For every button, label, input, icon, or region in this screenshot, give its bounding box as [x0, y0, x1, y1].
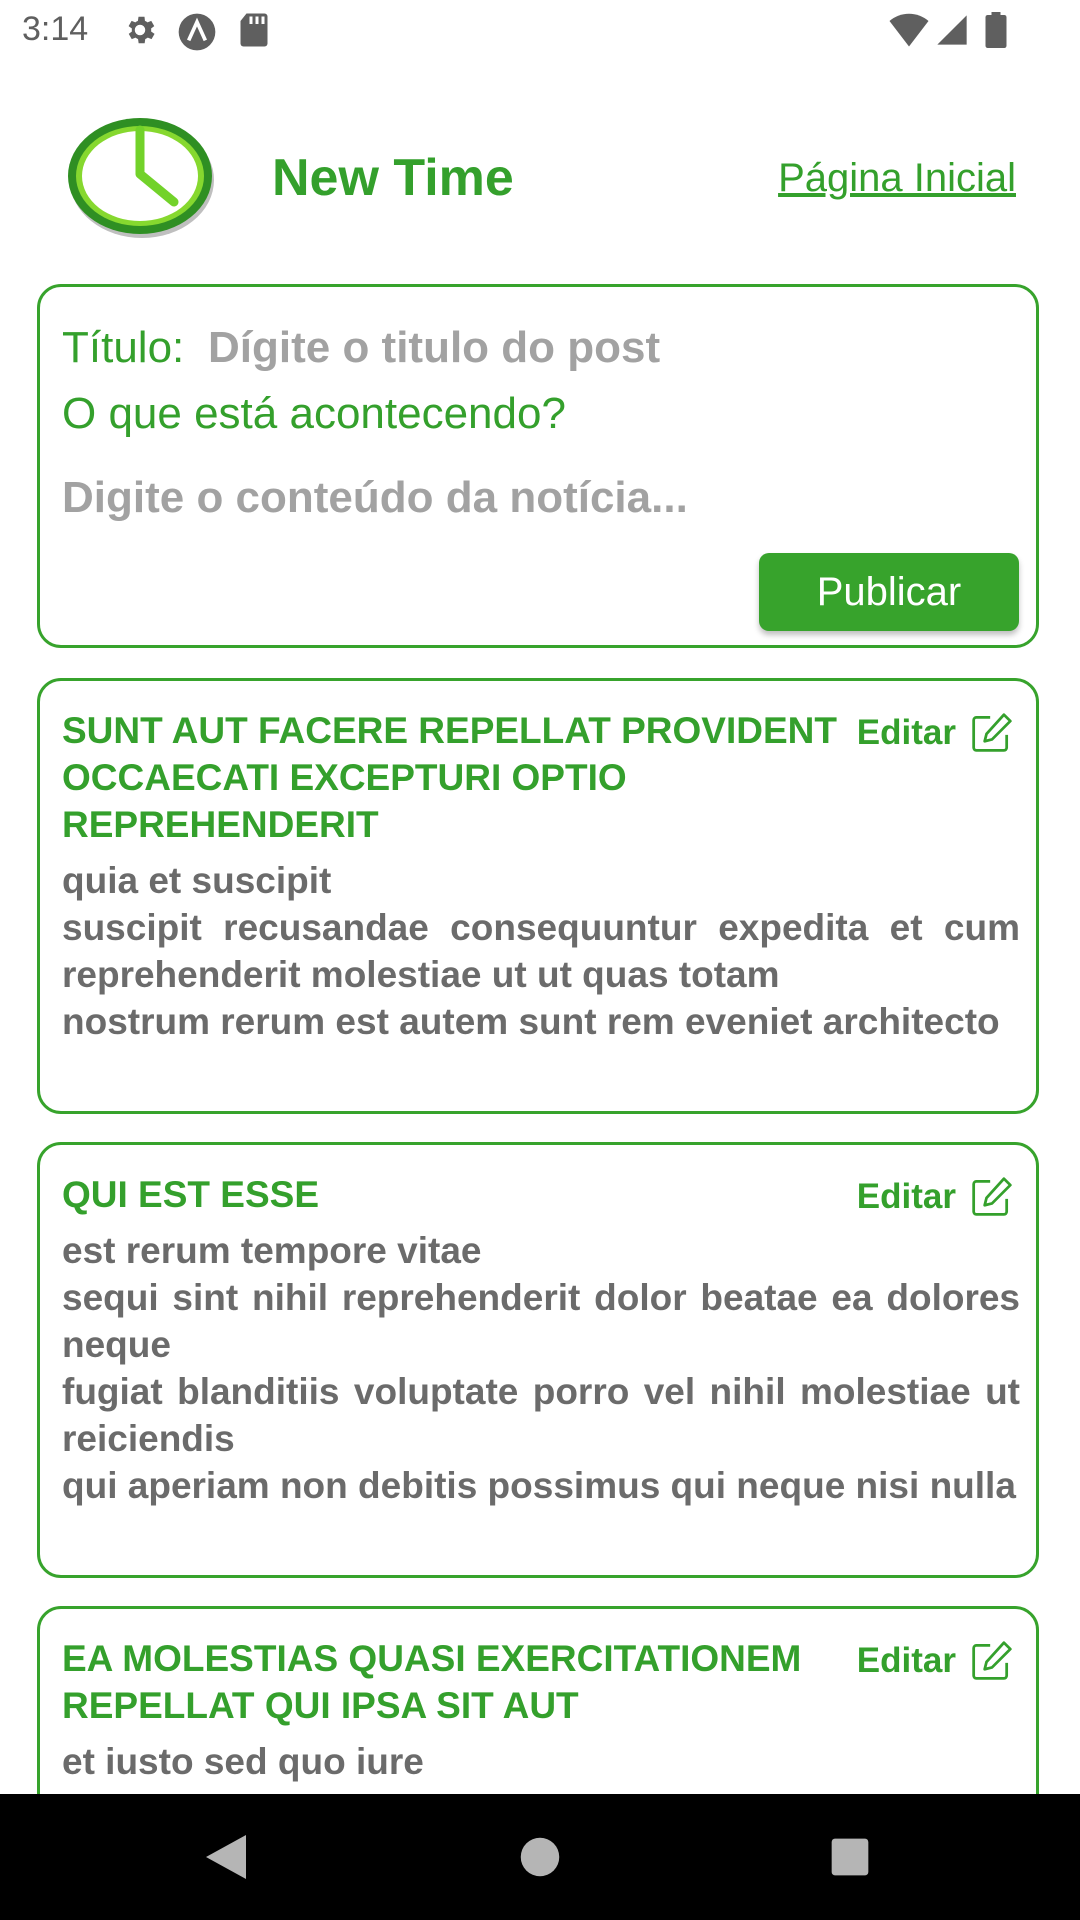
edit-label: Editar — [856, 1641, 956, 1680]
home-button[interactable] — [480, 1794, 600, 1920]
edit-label: Editar — [856, 1177, 956, 1216]
sd-card-icon — [240, 13, 268, 47]
navigation-bar — [0, 1794, 1080, 1920]
title-label: Título: — [62, 323, 185, 372]
status-time: 3:14 — [22, 10, 89, 48]
edit-label: Editar — [856, 713, 956, 752]
edit-button[interactable]: Editar — [857, 711, 1014, 755]
new-post-form: Título: O que está acontecendo? Publicar — [37, 284, 1039, 648]
a-circle-icon — [178, 13, 216, 51]
edit-pencil-icon — [972, 1177, 1012, 1216]
edit-pencil-icon — [972, 1641, 1012, 1680]
battery-icon — [985, 12, 1007, 48]
edit-pencil-icon — [972, 713, 1012, 752]
post-title: QUI EST ESSE — [62, 1174, 320, 1215]
recents-square-icon — [831, 1838, 869, 1876]
home-link[interactable]: Página Inicial — [778, 156, 1016, 201]
back-triangle-icon — [206, 1835, 246, 1879]
gear-icon — [128, 16, 155, 44]
status-bar: 3:14 — [0, 0, 1080, 64]
edit-button[interactable]: Editar — [857, 1175, 1014, 1219]
post-content-input[interactable] — [62, 473, 1002, 533]
edit-button[interactable]: Editar — [857, 1639, 1014, 1683]
post-card: QUI EST ESSE Editar est rerum tempore vi… — [37, 1142, 1039, 1578]
post-title-input[interactable] — [208, 323, 1008, 373]
signal-icon — [937, 15, 967, 45]
publish-button[interactable]: Publicar — [759, 553, 1019, 631]
home-circle-icon — [520, 1837, 560, 1877]
post-title: SUNT AUT FACERE REPELLAT PROVIDENT OCCAE… — [62, 710, 837, 845]
compose-prompt: O que está acontecendo? — [62, 389, 566, 438]
clock-icon — [68, 118, 214, 238]
post-body: est rerum tempore vitae sequi sint nihil… — [62, 1230, 1020, 1506]
wifi-icon — [889, 13, 929, 47]
post-body: quia et suscipit suscipit recusandae con… — [62, 860, 1020, 1042]
post-title: EA MOLESTIAS QUASI EXERCITATIONEM REPELL… — [62, 1638, 802, 1726]
recents-button[interactable] — [790, 1794, 910, 1920]
app-title: New Time — [272, 149, 514, 207]
back-button[interactable] — [166, 1794, 286, 1920]
post-card: SUNT AUT FACERE REPELLAT PROVIDENT OCCAE… — [37, 678, 1039, 1114]
